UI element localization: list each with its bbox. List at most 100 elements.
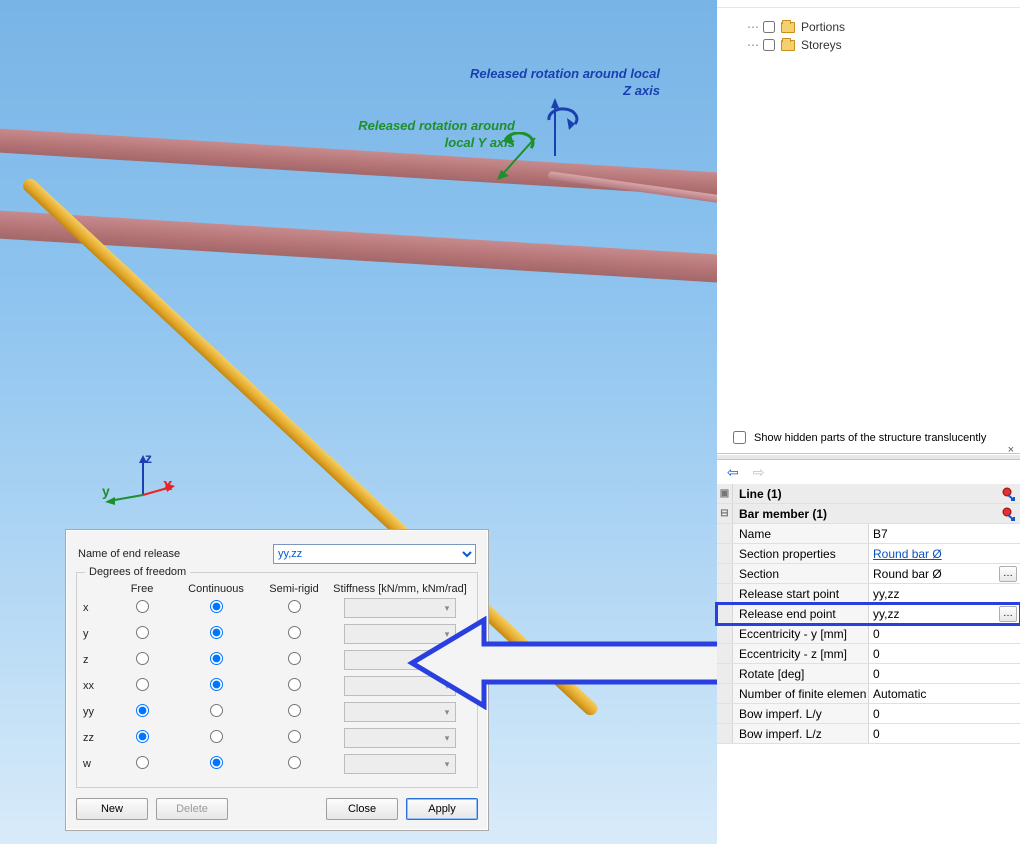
dof-free-radio[interactable] — [136, 600, 149, 613]
property-key: Bow imperf. L/z — [733, 724, 869, 743]
dof-continuous-radio[interactable] — [210, 756, 223, 769]
property-row[interactable]: SectionRound bar Ø… — [717, 564, 1020, 584]
degrees-of-freedom-group: Degrees of freedom Free Continuous Semi-… — [76, 572, 478, 788]
property-row[interactable]: Release end pointyy,zz… — [717, 604, 1020, 624]
property-header[interactable]: ⊟Bar member (1) — [717, 504, 1020, 524]
property-value[interactable]: yy,zz… — [869, 604, 1020, 623]
dof-free-radio[interactable] — [136, 704, 149, 717]
expand-icon[interactable]: ⊟ — [717, 504, 733, 523]
property-value[interactable]: 0 — [869, 624, 1020, 643]
property-value[interactable]: 0 — [869, 644, 1020, 663]
property-link[interactable]: Round bar Ø — [873, 547, 942, 561]
close-button[interactable]: Close — [326, 798, 398, 820]
dof-header-row: Free Continuous Semi-rigid Stiffness [kN… — [83, 583, 471, 595]
show-hidden-checkbox[interactable]: Show hidden parts of the structure trans… — [729, 428, 986, 447]
property-row[interactable]: Bow imperf. L/y0 — [717, 704, 1020, 724]
property-key: Section — [733, 564, 869, 583]
dof-semirigid-radio[interactable] — [288, 730, 301, 743]
property-key: Rotate [deg] — [733, 664, 869, 683]
delete-button[interactable]: Delete — [156, 798, 228, 820]
side-panel: ⋯Portions⋯Storeys Show hidden parts of t… — [717, 0, 1020, 844]
nav-forward-icon[interactable]: ⇨ — [753, 464, 765, 481]
tree-item-label: Portions — [801, 20, 845, 34]
dof-semirigid-radio[interactable] — [288, 600, 301, 613]
dof-semirigid-radio[interactable] — [288, 626, 301, 639]
dof-label: w — [83, 758, 111, 770]
property-row[interactable]: Section propertiesRound bar Ø — [717, 544, 1020, 564]
property-row[interactable]: Eccentricity - z [mm]0 — [717, 644, 1020, 664]
property-nav: × ⇦ ⇨ — [717, 460, 1020, 484]
model-tree[interactable]: ⋯Portions⋯Storeys Show hidden parts of t… — [717, 8, 1020, 454]
tree-toolbar — [717, 0, 1020, 8]
property-row[interactable]: Number of finite elemenAutomatic — [717, 684, 1020, 704]
dof-label: xx — [83, 680, 111, 692]
dof-continuous-radio[interactable] — [210, 704, 223, 717]
property-value[interactable]: Automatic — [869, 684, 1020, 703]
rotation-y-arrow-icon — [495, 132, 547, 184]
property-key: Eccentricity - z [mm] — [733, 644, 869, 663]
expand-icon[interactable]: ▣ — [717, 484, 733, 503]
dof-free-radio[interactable] — [136, 730, 149, 743]
nav-back-icon[interactable]: ⇦ — [727, 464, 739, 481]
new-button[interactable]: New — [76, 798, 148, 820]
property-grid[interactable]: ▣Line (1)⊟Bar member (1)NameB7Section pr… — [717, 484, 1020, 744]
property-value[interactable]: 0 — [869, 724, 1020, 743]
dof-semirigid-radio[interactable] — [288, 678, 301, 691]
dof-free-radio[interactable] — [136, 652, 149, 665]
dof-continuous-radio[interactable] — [210, 678, 223, 691]
tree-checkbox[interactable] — [763, 21, 775, 33]
property-row[interactable]: Eccentricity - y [mm]0 — [717, 624, 1020, 644]
dof-semirigid-radio[interactable] — [288, 652, 301, 665]
dof-free-radio[interactable] — [136, 626, 149, 639]
folder-icon — [781, 22, 795, 33]
ellipsis-button[interactable]: … — [999, 606, 1017, 622]
property-row[interactable]: Rotate [deg]0 — [717, 664, 1020, 684]
dof-row-xx: xx ▾ — [83, 673, 471, 699]
stiffness-input[interactable]: ▾ — [344, 598, 456, 618]
stiffness-input[interactable]: ▾ — [344, 676, 456, 696]
tree-checkbox[interactable] — [763, 39, 775, 51]
property-key: Eccentricity - y [mm] — [733, 624, 869, 643]
dof-semirigid-radio[interactable] — [288, 756, 301, 769]
dof-continuous-radio[interactable] — [210, 730, 223, 743]
stiffness-input[interactable]: ▾ — [344, 650, 456, 670]
property-key: Release start point — [733, 584, 869, 603]
tree-item[interactable]: ⋯Storeys — [747, 36, 1014, 54]
stiffness-input[interactable]: ▾ — [344, 728, 456, 748]
property-value[interactable]: 0 — [869, 704, 1020, 723]
group-legend: Degrees of freedom — [85, 566, 190, 578]
property-value[interactable]: yy,zz — [869, 584, 1020, 603]
dof-continuous-radio[interactable] — [210, 652, 223, 665]
apply-button[interactable]: Apply — [406, 798, 478, 820]
name-of-release-label: Name of end release — [78, 548, 273, 560]
stiffness-input[interactable]: ▾ — [344, 624, 456, 644]
property-value[interactable]: Round bar Ø — [869, 544, 1020, 563]
dof-continuous-radio[interactable] — [210, 626, 223, 639]
property-value[interactable]: Round bar Ø… — [869, 564, 1020, 583]
close-icon[interactable]: × — [1008, 444, 1014, 456]
filter-badge-icon[interactable] — [998, 484, 1020, 503]
filter-badge-icon[interactable] — [998, 504, 1020, 523]
property-row[interactable]: Release start pointyy,zz — [717, 584, 1020, 604]
tree-item[interactable]: ⋯Portions — [747, 18, 1014, 36]
dof-free-radio[interactable] — [136, 756, 149, 769]
ellipsis-button[interactable]: … — [999, 566, 1017, 582]
property-value[interactable]: 0 — [869, 664, 1020, 683]
stiffness-input[interactable]: ▾ — [344, 702, 456, 722]
dof-label: y — [83, 628, 111, 640]
release-name-select[interactable]: yy,zz — [273, 544, 476, 564]
axis-triad: z y x — [95, 447, 185, 510]
dof-continuous-radio[interactable] — [210, 600, 223, 613]
property-key: Name — [733, 524, 869, 543]
dof-row-zz: zz▾ — [83, 725, 471, 751]
property-row[interactable]: NameB7 — [717, 524, 1020, 544]
dof-free-radio[interactable] — [136, 678, 149, 691]
property-row[interactable]: Bow imperf. L/z0 — [717, 724, 1020, 744]
property-header[interactable]: ▣Line (1) — [717, 484, 1020, 504]
property-value[interactable]: B7 — [869, 524, 1020, 543]
stiffness-input[interactable]: ▾ — [344, 754, 456, 774]
dof-semirigid-radio[interactable] — [288, 704, 301, 717]
folder-icon — [781, 40, 795, 51]
property-key: Number of finite elemen — [733, 684, 869, 703]
dof-row-w: w▾ — [83, 751, 471, 777]
